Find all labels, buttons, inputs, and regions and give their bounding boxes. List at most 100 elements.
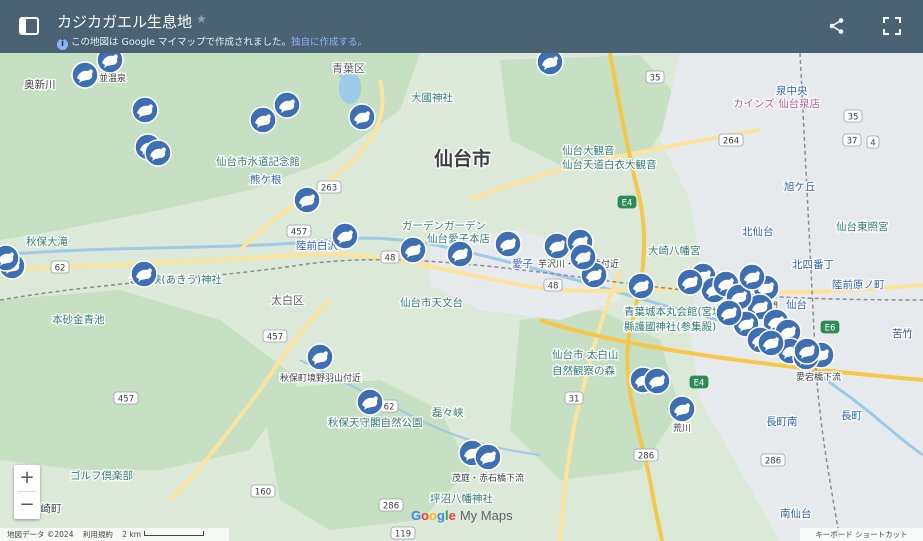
lake: [339, 72, 361, 104]
route-number: 35: [848, 113, 859, 123]
map-label: 陸前白沢: [296, 239, 338, 252]
frog-pin-icon[interactable]: [306, 343, 334, 371]
map-label: 茂庭・赤石橋下流: [452, 472, 524, 484]
frog-pin-icon[interactable]: [543, 232, 571, 260]
route-number: 286: [383, 502, 399, 512]
route-number: 37: [847, 137, 858, 147]
route-number: 457: [118, 395, 134, 405]
star-icon[interactable]: ★: [196, 12, 207, 26]
map-label: 秋保町境野羽山付近: [280, 372, 361, 384]
map-label: 本砂金青池: [52, 313, 105, 326]
map-label: 坪沼八幡神社: [430, 492, 493, 505]
route-number: 31: [569, 395, 580, 405]
frog-pin-icon[interactable]: [715, 299, 743, 327]
map-canvas[interactable]: 奥新川 作並温泉青葉区大國神社仙台市泉中央カインズ 仙台泉店仙台大観音仙台天道白衣…: [0, 53, 923, 541]
route-number: E6: [825, 324, 836, 334]
map-label: 苦竹: [892, 327, 913, 340]
frog-pin-icon[interactable]: [757, 329, 785, 357]
scale-label[interactable]: 2 km: [122, 530, 141, 539]
frog-pin-icon[interactable]: [643, 367, 671, 395]
map-label: 北仙台: [742, 225, 774, 238]
map-label: 旭ケ丘: [784, 181, 816, 193]
route-number: E4: [622, 199, 633, 209]
frog-pin-icon[interactable]: [273, 91, 301, 119]
route-number: 457: [291, 228, 307, 238]
map-label: 青葉城本丸会館(宮城: [624, 305, 723, 318]
terms-link[interactable]: 利用規約: [83, 530, 113, 539]
frog-pin-icon[interactable]: [348, 103, 376, 131]
frog-pin-icon[interactable]: [793, 337, 821, 365]
route-number: 119: [395, 530, 411, 540]
frog-pin-icon[interactable]: [144, 139, 172, 167]
route-number: 264: [723, 137, 739, 147]
frog-pin-icon[interactable]: [130, 260, 158, 288]
map-subtitle: i この地図は Google マイマップで作成されました。独自に作成する。: [57, 34, 367, 50]
route-number: 286: [638, 452, 654, 462]
frog-pin-icon[interactable]: [627, 272, 655, 300]
frog-pin-icon[interactable]: [446, 240, 474, 268]
frog-pin-icon[interactable]: [676, 268, 704, 296]
side-panel-icon[interactable]: [18, 15, 40, 37]
frog-pin-icon[interactable]: [96, 53, 124, 74]
frog-pin-icon[interactable]: [399, 236, 427, 264]
route-number: 62: [55, 264, 66, 274]
route-number: 286: [765, 457, 781, 467]
map-header: カジカガエル生息地 ★ i この地図は Google マイマップで作成されました。…: [0, 0, 923, 53]
frog-pin-icon[interactable]: [249, 106, 277, 134]
route-number: 263: [321, 184, 337, 194]
subtitle-text: この地図は Google マイマップで作成されました。: [71, 37, 292, 48]
map-label: 仙台東照宮: [836, 220, 889, 233]
frog-pin-icon[interactable]: [569, 243, 597, 271]
map-label: 仙台: [786, 298, 807, 311]
frog-pin-icon[interactable]: [356, 388, 384, 416]
frog-pin-icon[interactable]: [71, 61, 99, 89]
fullscreen-icon[interactable]: [883, 17, 901, 35]
route-number: 35: [650, 74, 661, 84]
frog-pin-icon[interactable]: [293, 186, 321, 214]
frog-pin-icon[interactable]: [738, 263, 766, 291]
map-label: 荒川: [673, 423, 691, 434]
frog-pin-icon[interactable]: [474, 443, 502, 471]
map-label: 大國神社: [411, 91, 453, 104]
map-label: 熊ケ根: [250, 173, 282, 186]
map-data-credit: 地図データ ©2024: [7, 530, 74, 539]
map-label: 泉中央: [776, 84, 808, 97]
zoom-in-button[interactable]: +: [14, 465, 40, 491]
map-label: 長町: [841, 410, 862, 422]
frog-pin-icon[interactable]: [131, 96, 159, 124]
keyboard-shortcuts-link[interactable]: キーボード ショートカット: [800, 528, 923, 541]
map-label: 太白区: [271, 293, 304, 307]
frog-pin-icon[interactable]: [536, 53, 564, 76]
attribution-bar: 地図データ ©2024 利用規約 2 km: [0, 528, 229, 541]
scale-bar: [144, 531, 205, 536]
frog-pin-icon[interactable]: [331, 222, 359, 250]
zoom-out-button[interactable]: −: [14, 492, 40, 518]
map-label: 仙台市天文台: [400, 296, 463, 309]
map-label: 奥新川: [24, 78, 56, 91]
map-label: 南仙台: [780, 507, 812, 520]
route-number: E4: [694, 379, 705, 389]
my-maps-text: My Maps: [459, 508, 513, 523]
frog-pin-icon[interactable]: [0, 244, 20, 272]
route-number: 62: [384, 403, 395, 413]
route-number: 160: [255, 488, 271, 498]
create-own-link[interactable]: 独自に作成する。: [291, 37, 367, 48]
zoom-control: + −: [14, 465, 40, 519]
route-number: 48: [548, 282, 559, 292]
map-label: 磊々峡: [432, 406, 464, 419]
map-label: 仙台市: [434, 147, 491, 170]
map-label: 仙台市 太白山: [552, 348, 618, 361]
map-label: 北四番丁: [792, 259, 834, 271]
map-label: ゴルフ倶楽部: [70, 469, 133, 482]
map-label: 愛宕橋下流: [796, 371, 841, 383]
share-icon[interactable]: [828, 17, 846, 35]
map-label: 大崎八幡宮: [648, 244, 701, 257]
frog-pin-icon[interactable]: [668, 395, 696, 423]
map-label: 青葉区: [332, 61, 365, 75]
frog-pin-icon[interactable]: [494, 230, 522, 258]
map-label: 愛子: [512, 257, 533, 270]
map-title: カジカガエル生息地: [57, 13, 193, 31]
route-number: 48: [385, 254, 396, 264]
map-label: 仙台大観音: [562, 144, 615, 157]
map-label: 縣護國神社(参集殿): [624, 320, 716, 333]
